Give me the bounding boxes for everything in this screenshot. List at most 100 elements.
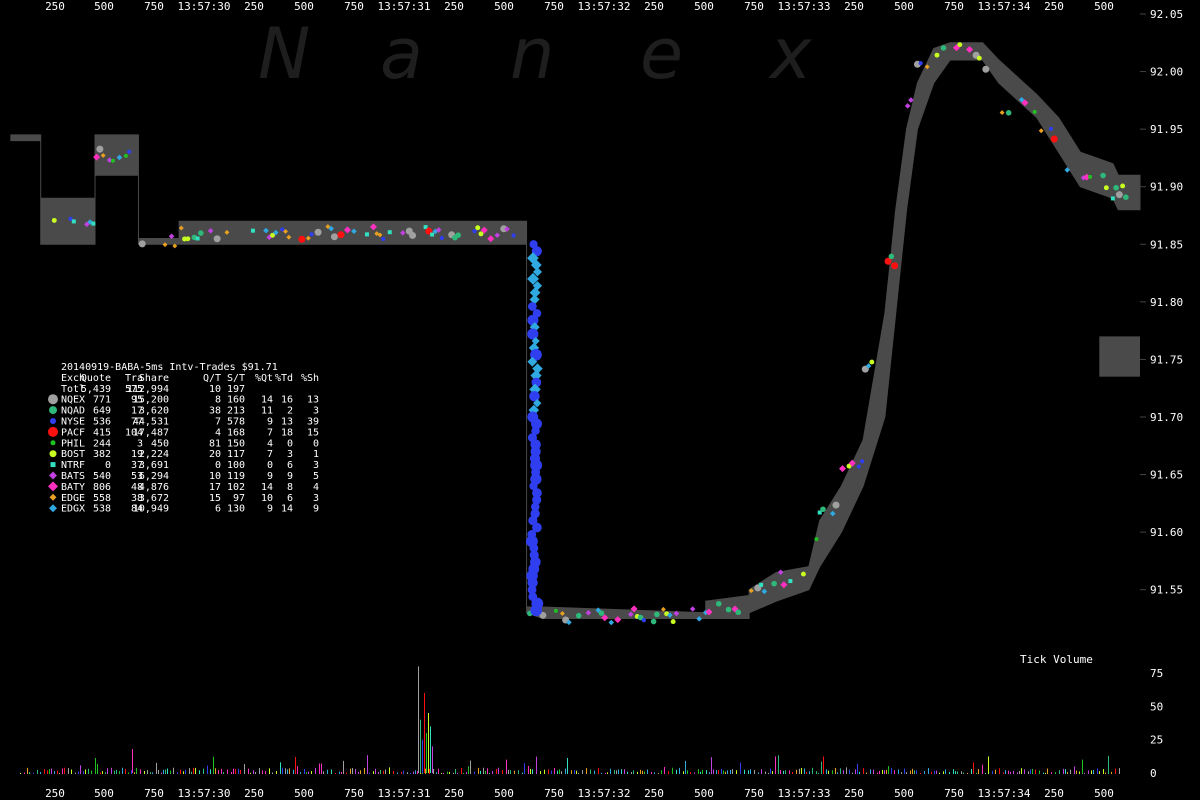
volume-bar [953,769,954,774]
volume-bar [287,769,288,774]
trade-point [1123,194,1129,200]
trade-point [195,236,200,241]
volume-bar [621,769,622,774]
trade-point [1113,184,1119,191]
time-tick-label: 250 [244,787,264,800]
volume-bar [285,768,286,774]
volume-bar [828,770,829,774]
trade-point [725,606,732,613]
legend-cell: 168 [227,427,245,438]
volume-tick-label: 50 [1150,700,1163,713]
legend-cell: 6 [287,460,293,471]
volume-bar [59,772,60,774]
volume-bar [360,770,361,774]
volume-bar [122,767,123,774]
time-tick-label: 500 [694,0,714,13]
volume-bar [1082,759,1083,774]
legend-cell: 17,487 [133,427,169,438]
legend-cell: 14 [261,395,273,406]
legend-marker [50,418,56,424]
legend-cell: 3,691 [139,460,169,471]
price-tick-label: 91.75 [1150,353,1183,366]
volume-bar [971,768,972,774]
volume-bar [514,770,515,774]
volume-bar [594,770,595,774]
volume-bar [413,771,414,774]
trade-point [455,232,461,238]
volume-bar [341,771,342,774]
volume-bar [740,762,741,774]
volume-bar [524,763,525,774]
legend-cell: 15,200 [133,395,169,406]
volume-bar [311,771,312,774]
volume-bar [855,769,856,774]
volume-bar [1119,768,1120,774]
trade-point [888,253,895,260]
volume-bar [455,768,456,774]
volume-bar [857,763,858,774]
time-tick-label: 500 [894,787,914,800]
volume-bar [352,768,353,774]
volume-bar [132,749,133,773]
volume-bar [1076,770,1077,774]
legend-cell: 5,439 [81,384,111,395]
volume-bar [238,768,239,774]
volume-bar [1035,769,1036,774]
volume-bar [282,767,283,774]
volume-bar [1021,768,1022,774]
legend-cell: 3,620 [139,406,169,417]
volume-bar [640,769,641,774]
volume-bar [422,739,423,773]
legend-cell: 4 [313,482,319,493]
volume-bar [744,769,745,774]
volume-bar [231,772,232,774]
volume-bar [213,756,214,774]
time-tick-label: 250 [644,0,664,13]
trade-point [934,52,940,58]
volume-bar [418,666,419,773]
legend-cell: 7 [215,417,221,428]
volume-bar [119,771,120,774]
legend-cell: 6 [215,504,221,515]
volume-bar [758,772,759,774]
trade-point [670,619,676,625]
volume-bar [415,770,416,774]
volume-bar [163,769,164,774]
volume-bar [289,768,290,774]
volume-bar [364,767,365,774]
volume-bar [489,772,490,774]
time-tick-label: 500 [294,0,314,13]
legend-cell: 7 [267,449,273,460]
volume-bar [426,733,427,773]
trade-point [715,600,722,607]
trade-point [213,235,221,243]
time-tick-label: 750 [344,0,364,13]
volume-bar [518,770,519,774]
volume-bar [300,772,301,774]
volume-bar [385,769,386,774]
trade-point [650,618,657,625]
volume-bar [736,770,737,774]
volume-bar [1115,768,1116,774]
volume-bar [269,768,270,774]
trade-point [771,580,777,587]
trade-point [641,618,646,623]
volume-bar [1067,772,1068,774]
volume-bar [835,767,836,774]
volume-bar [331,769,332,774]
trade-point [430,232,435,237]
volume-bar [884,770,885,774]
volume-bar [530,768,531,774]
time-tick-label: 13:57:32 [578,787,631,800]
trade-point [71,219,76,224]
volume-bar [420,719,421,773]
volume-bar [265,771,266,774]
volume-bar [158,769,159,774]
volume-bar [910,770,911,774]
trade-point [185,236,191,242]
trade-point [1110,196,1115,201]
volume-bar [780,770,781,774]
volume-bar [716,770,717,774]
volume-bar [150,772,151,774]
volume-bar [71,769,72,774]
